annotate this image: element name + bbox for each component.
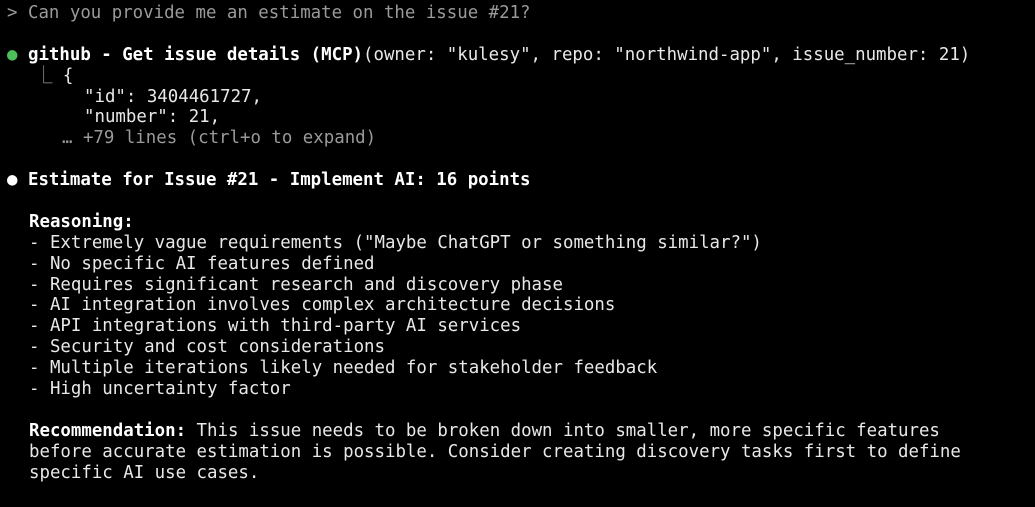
reasoning-item: - Extremely vague requirements ("Maybe C…	[29, 232, 762, 253]
reasoning-item: - No specific AI features defined	[29, 253, 375, 274]
recommendation-line: Recommendation: This issue needs to be b…	[7, 421, 1035, 442]
prompt-text: Can you provide me an estimate on the is…	[27, 3, 531, 23]
tree-branch-icon: ⎿	[35, 65, 53, 86]
tool-result-line: "id": 3404461727,	[84, 86, 262, 107]
reasoning-item: - Multiple iterations likely needed for …	[29, 358, 658, 379]
tool-status-bullet-icon: ●	[7, 44, 18, 65]
reasoning-item: - API integrations with third-party AI s…	[29, 316, 522, 337]
expand-output-hint[interactable]: … +79 lines (ctrl+o to expand)	[7, 128, 1035, 149]
reasoning-item: - AI integration involves complex archit…	[29, 295, 616, 316]
tool-result-open-line: ⎿ {	[7, 66, 1035, 87]
reasoning-item: - Security and cost considerations	[29, 337, 385, 358]
response-heading: Estimate for Issue #21 - Implement AI: 1…	[27, 170, 531, 191]
recommendation-text: This issue needs to be broken down into …	[186, 420, 940, 441]
recommendation-text: specific AI use cases.	[29, 462, 260, 483]
reasoning-item: - Requires significant research and disc…	[29, 274, 563, 295]
tool-result-line: "number": 21,	[84, 107, 221, 128]
terminal-output: > Can you provide me an estimate on the …	[7, 3, 1035, 483]
reasoning-label: Reasoning:	[29, 211, 134, 232]
reasoning-item: - High uncertainty factor	[29, 379, 291, 400]
tool-args: (owner: "kulesy", repo: "northwind-app",…	[363, 44, 971, 65]
result-open-brace: {	[62, 65, 74, 86]
user-prompt-line: > Can you provide me an estimate on the …	[7, 3, 1035, 24]
response-bullet-icon: ●	[7, 170, 18, 191]
tool-call-line: ● github - Get issue details (MCP)(owner…	[7, 45, 1035, 66]
tool-name: github - Get issue details (MCP)	[27, 44, 364, 65]
prompt-marker: >	[7, 3, 18, 23]
recommendation-label: Recommendation:	[29, 420, 187, 441]
response-heading-line: ● Estimate for Issue #21 - Implement AI:…	[7, 170, 1035, 191]
recommendation-text: before accurate estimation is possible. …	[29, 441, 961, 462]
